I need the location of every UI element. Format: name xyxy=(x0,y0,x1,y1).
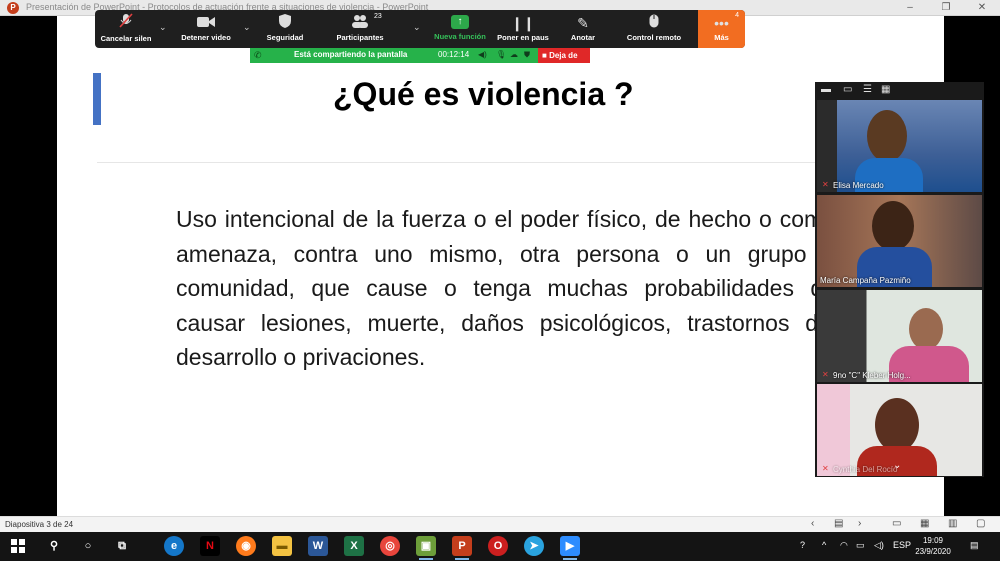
volume-icon[interactable]: ◁) xyxy=(874,540,884,551)
tray-chevron-icon[interactable]: ^ xyxy=(822,540,826,550)
clock-time: 19:09 xyxy=(922,536,944,545)
windows-taskbar: ⚲ ○ ⧉ e N ◉ ▬ W X ◎ ▣ P O ➤ ▶ ? ^ ◠ ▭ ◁)… xyxy=(0,532,1000,561)
participant-face xyxy=(867,110,907,162)
participant-gallery: ▬ ▭ ☰ ▦ ✕ Elisa Mercado María Campaña Pa… xyxy=(815,82,984,477)
opera-icon[interactable]: O xyxy=(488,536,508,556)
gallery-view-controls: ▬ ▭ ☰ ▦ xyxy=(815,82,984,100)
audio-options-chevron-icon[interactable]: ⌄ xyxy=(159,22,167,33)
shield-small-icon[interactable]: ⛊ xyxy=(524,50,530,60)
more-badge: 4 xyxy=(735,12,739,19)
notifications-icon[interactable]: ▤ xyxy=(970,540,979,551)
normal-view-icon[interactable]: ▭ xyxy=(892,518,901,529)
mute-button[interactable]: Cancelar silen xyxy=(95,10,157,48)
help-icon[interactable]: ? xyxy=(800,540,805,550)
mic-muted-icon xyxy=(95,13,157,34)
participant-face xyxy=(875,398,919,452)
participant-tile[interactable]: ✕ Elisa Mercado xyxy=(817,100,982,192)
cloud-icon[interactable]: ☁ xyxy=(510,50,518,59)
stop-sharing-button[interactable]: ■ Deja de xyxy=(538,48,590,63)
phone-icon: ✆ xyxy=(254,50,262,60)
netflix-icon[interactable]: N xyxy=(200,536,220,556)
annotate-button[interactable]: ✎ Anotar xyxy=(557,10,609,48)
participant-face xyxy=(909,308,943,350)
participants-button[interactable]: Participantes xyxy=(323,10,397,48)
windows-start-icon[interactable] xyxy=(8,536,28,556)
edge-browser-icon[interactable]: e xyxy=(164,536,184,556)
zoom-meeting-toolbar: Cancelar silen ⌄ Detener video ⌄ Segurid… xyxy=(95,10,745,48)
slide-divider xyxy=(97,162,937,163)
participant-name: 9no "C" Kleber Holg... xyxy=(833,371,911,380)
participant-tile[interactable]: ✕ 9no "C" Kleber Holg... xyxy=(817,290,982,382)
more-button[interactable]: ••• Más 4 xyxy=(698,10,745,48)
reading-view-icon[interactable]: ▥ xyxy=(948,518,957,529)
zoom-taskbar-icon[interactable]: ▶ xyxy=(560,536,580,560)
participant-name: Cynthia Del Rocío xyxy=(833,465,898,474)
mic-icon[interactable]: 🎙 xyxy=(496,50,506,59)
slide-indicator: Diapositiva 3 de 24 xyxy=(5,520,74,529)
next-slide-icon[interactable]: › xyxy=(858,518,861,529)
thumbnail-view-icon[interactable]: ▭ xyxy=(843,84,852,95)
restore-button[interactable]: ❐ xyxy=(928,0,964,16)
pencil-icon: ✎ xyxy=(577,15,589,31)
app-with-notification-icon[interactable]: ▣ xyxy=(416,536,436,560)
participant-name: Elisa Mercado xyxy=(833,181,884,190)
share-arrow-icon: ↑ xyxy=(451,15,469,29)
search-icon[interactable]: ⚲ xyxy=(44,536,64,556)
chrome-icon[interactable]: ◎ xyxy=(380,536,400,556)
close-button[interactable]: ✕ xyxy=(964,0,1000,16)
security-button[interactable]: Seguridad xyxy=(255,10,315,48)
mic-muted-icon: ✕ xyxy=(822,180,829,189)
mic-muted-icon: ✕ xyxy=(822,370,829,379)
gallery-view-icon[interactable]: ▦ xyxy=(881,84,890,95)
previous-slide-icon[interactable]: ‹ xyxy=(811,518,814,529)
sharing-timer: 00:12:14 xyxy=(438,50,470,59)
minimize-button[interactable]: – xyxy=(892,0,928,16)
speaker-view-icon[interactable]: ☰ xyxy=(863,84,872,95)
powerpoint-taskbar-icon[interactable]: P xyxy=(452,536,472,560)
video-options-chevron-icon[interactable]: ⌄ xyxy=(243,22,251,33)
sharing-status-text: Está compartiendo la pantalla xyxy=(294,50,408,59)
slide-heading: ¿Qué es violencia ? xyxy=(333,76,634,112)
slide-sorter-icon[interactable]: ▦ xyxy=(920,518,929,529)
pause-share-button[interactable]: ❙❙ Poner en paus xyxy=(493,10,553,48)
minimize-panel-icon[interactable]: ▬ xyxy=(821,84,831,95)
video-camera-icon xyxy=(175,13,237,33)
participants-count: 23 xyxy=(374,13,382,20)
participant-tile-active[interactable]: María Campaña Pazmiño xyxy=(817,195,982,287)
file-explorer-icon[interactable]: ▬ xyxy=(272,536,292,556)
excel-icon[interactable]: X xyxy=(344,536,364,556)
slide: ¿Qué es violencia ? Uso intencional de l… xyxy=(57,16,944,516)
speaker-icon[interactable]: ◀) xyxy=(478,50,487,59)
new-share-button[interactable]: ↑ Nueva función xyxy=(429,10,491,48)
powerpoint-icon: P xyxy=(7,2,19,14)
title-accent-bar xyxy=(93,73,101,125)
word-icon[interactable]: W xyxy=(308,536,328,556)
clock-date: 23/9/2020 xyxy=(915,547,951,556)
task-view-icon[interactable]: ⧉ xyxy=(112,536,132,556)
network-icon[interactable]: ▭ xyxy=(856,540,865,551)
mouse-icon xyxy=(619,13,689,33)
slide-body-text: Uso intencional de la fuerza o el poder … xyxy=(176,206,836,370)
participants-options-chevron-icon[interactable]: ⌄ xyxy=(413,22,421,33)
system-clock[interactable]: 19:09 23/9/2020 xyxy=(913,535,953,557)
slideshow-icon[interactable]: ▢ xyxy=(976,518,985,529)
cortana-icon[interactable]: ○ xyxy=(78,536,98,556)
remote-control-button[interactable]: Control remoto xyxy=(619,10,689,48)
firefox-icon[interactable]: ◉ xyxy=(236,536,256,556)
participant-face xyxy=(872,201,914,251)
screen-sharing-bar: ✆ Está compartiendo la pantalla 00:12:14… xyxy=(250,48,590,63)
shield-icon xyxy=(255,13,315,33)
scroll-down-chevron-icon[interactable]: ⌄ xyxy=(893,460,901,471)
language-indicator[interactable]: ESP xyxy=(893,540,911,550)
powerpoint-status-bar: Diapositiva 3 de 24 ‹ ▤ › ▭ ▦ ▥ ▢ xyxy=(0,516,1000,532)
pause-icon: ❙❙ xyxy=(511,15,535,31)
stop-video-button[interactable]: Detener video xyxy=(175,10,237,48)
participants-icon xyxy=(323,13,397,33)
participant-name: María Campaña Pazmiño xyxy=(820,276,911,285)
slide-grid-icon[interactable]: ▤ xyxy=(834,518,843,529)
wifi-icon[interactable]: ◠ xyxy=(840,540,848,551)
mic-muted-icon: ✕ xyxy=(822,464,829,473)
telegram-icon[interactable]: ➤ xyxy=(524,536,544,556)
